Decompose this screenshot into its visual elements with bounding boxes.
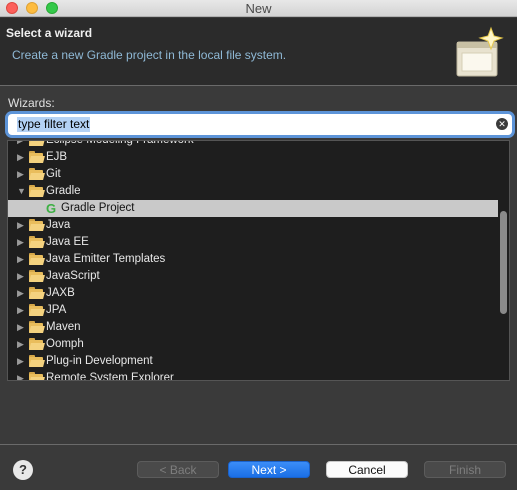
title-bar: New: [0, 0, 517, 17]
back-button[interactable]: < Back: [137, 461, 219, 478]
chevron-right-icon[interactable]: ▶: [17, 353, 27, 370]
chevron-right-icon[interactable]: ▶: [17, 336, 27, 353]
tree-item-label: Oomph: [46, 338, 84, 350]
chevron-right-icon[interactable]: ▶: [17, 217, 27, 234]
tree-category[interactable]: ▶ JavaScript: [8, 268, 498, 285]
tree-category[interactable]: ▶ Java: [8, 217, 498, 234]
folder-icon: [29, 338, 45, 350]
tree-category[interactable]: ▶ JPA: [8, 302, 498, 319]
tree-category[interactable]: ▶ Eclipse Modeling Framework: [8, 140, 498, 149]
chevron-right-icon[interactable]: ▶: [17, 370, 27, 380]
chevron-down-icon[interactable]: ▼: [17, 183, 27, 200]
tree-item-label: JAXB: [46, 287, 75, 299]
folder-icon: [29, 321, 45, 333]
chevron-right-icon[interactable]: ▶: [17, 234, 27, 251]
cancel-button[interactable]: Cancel: [326, 461, 408, 478]
tree-category[interactable]: ▶ Remote System Explorer: [8, 370, 498, 381]
filter-input[interactable]: type filter text ✕: [8, 114, 512, 135]
tree-item-label: Eclipse Modeling Framework: [46, 140, 194, 146]
page-description: Create a new Gradle project in the local…: [12, 48, 287, 62]
gradle-icon: G: [46, 201, 57, 216]
chevron-right-icon[interactable]: ▶: [17, 166, 27, 183]
chevron-right-icon[interactable]: ▶: [17, 141, 27, 149]
tree-item-gradle-project[interactable]: G Gradle Project: [8, 200, 498, 217]
tree-category[interactable]: ▶ Plug-in Development: [8, 353, 498, 370]
tree-item-label: Gradle: [46, 185, 81, 197]
page-title: Select a wizard: [6, 26, 93, 40]
tree-category[interactable]: ▶ Maven: [8, 319, 498, 336]
tree-item-label: JavaScript: [46, 270, 100, 282]
header-separator: [0, 85, 517, 86]
tree-item-label: Plug-in Development: [46, 355, 153, 367]
tree-item-label: Java EE: [46, 236, 89, 248]
tree-item-label: Java Emitter Templates: [46, 253, 166, 265]
tree-item-label: Remote System Explorer: [46, 372, 174, 381]
folder-icon: [29, 253, 45, 265]
folder-icon: [29, 270, 45, 282]
folder-icon: [29, 219, 45, 231]
chevron-right-icon[interactable]: ▶: [17, 268, 27, 285]
tree-item-label: EJB: [46, 151, 68, 163]
tree-item-label: JPA: [46, 304, 67, 316]
footer-separator: [0, 444, 517, 445]
wizard-banner-icon: [456, 26, 504, 77]
folder-icon: [29, 151, 45, 163]
tree-item-label: Java: [46, 219, 71, 231]
wizard-header: Select a wizard Create a new Gradle proj…: [0, 18, 517, 85]
filter-input-text[interactable]: type filter text: [17, 117, 91, 132]
folder-icon: [29, 287, 45, 299]
wizards-label: Wizards:: [8, 96, 55, 110]
next-button[interactable]: Next >: [228, 461, 310, 478]
tree-category[interactable]: ▼ Gradle: [8, 183, 498, 200]
tree-item-label: Git: [46, 168, 61, 180]
chevron-right-icon[interactable]: ▶: [17, 251, 27, 268]
chevron-right-icon[interactable]: ▶: [17, 285, 27, 302]
tree-category[interactable]: ▶ EJB: [8, 149, 498, 166]
tree-category[interactable]: ▶ Java Emitter Templates: [8, 251, 498, 268]
folder-icon: [29, 236, 45, 248]
clear-filter-icon[interactable]: ✕: [496, 118, 508, 130]
folder-icon: [29, 141, 45, 146]
finish-button[interactable]: Finish: [424, 461, 506, 478]
chevron-right-icon[interactable]: ▶: [17, 319, 27, 336]
folder-icon: [29, 168, 45, 180]
folder-icon: [29, 372, 45, 380]
tree-scrollbar[interactable]: [500, 211, 507, 314]
help-icon[interactable]: ?: [13, 460, 33, 480]
tree-category[interactable]: ▶ Java EE: [8, 234, 498, 251]
wizard-tree[interactable]: ▶ Eclipse Modeling Framework ▶ EJB ▶ Git ▼ Grad…: [7, 140, 510, 381]
folder-open-icon: [29, 185, 45, 197]
window-title: New: [245, 1, 272, 16]
tree-category[interactable]: ▶ Oomph: [8, 336, 498, 353]
folder-icon: [29, 304, 45, 316]
chevron-right-icon[interactable]: ▶: [17, 149, 27, 166]
folder-icon: [29, 355, 45, 367]
tree-category[interactable]: ▶ Git: [8, 166, 498, 183]
tree-category[interactable]: ▶ JAXB: [8, 285, 498, 302]
chevron-right-icon[interactable]: ▶: [17, 302, 27, 319]
tree-item-label: Gradle Project: [61, 202, 135, 214]
tree-item-label: Maven: [46, 321, 81, 333]
